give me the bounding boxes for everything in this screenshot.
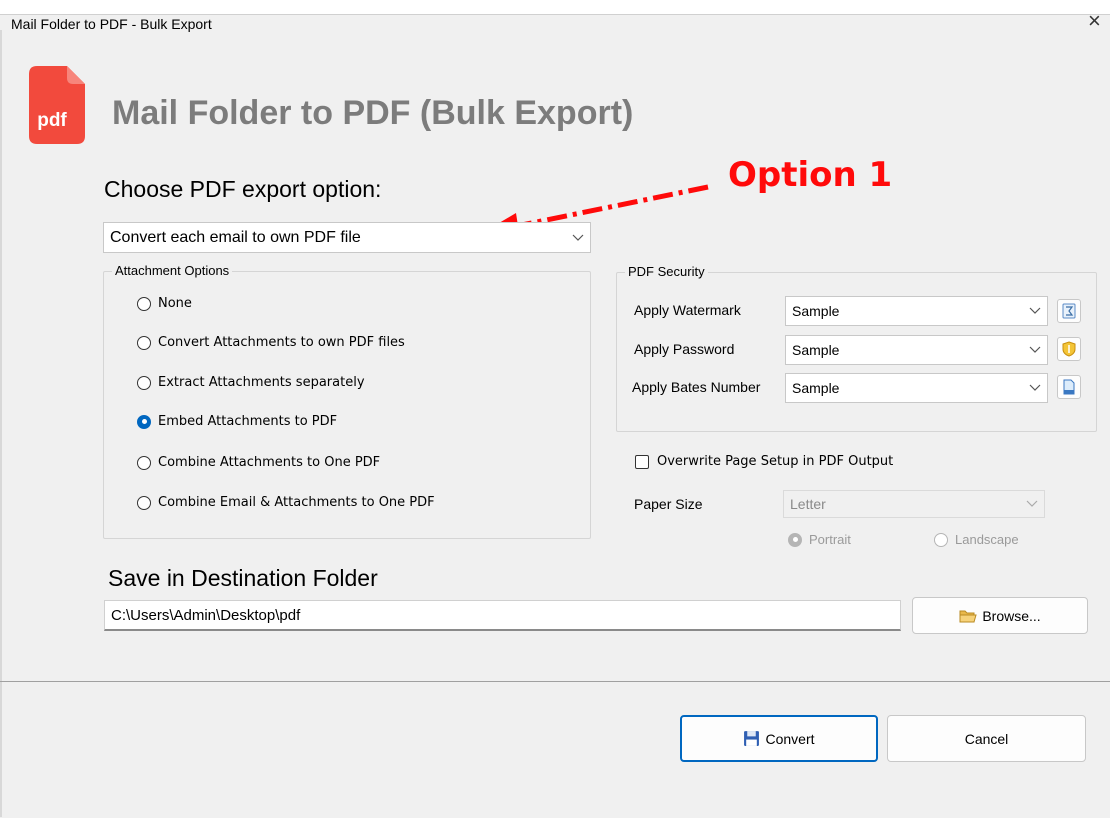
bates-number-value: Sample [792, 380, 840, 396]
shield-icon [1062, 341, 1076, 357]
radio-label: None [158, 296, 192, 311]
export-option-dropdown[interactable]: Convert each email to own PDF file [103, 222, 591, 253]
background-strip [0, 0, 1110, 14]
chevron-down-icon [572, 234, 584, 241]
radio-landscape[interactable]: Landscape [934, 532, 1019, 547]
attachment-options-legend: Attachment Options [112, 263, 233, 278]
window-title: Mail Folder to PDF - Bulk Export [11, 16, 212, 32]
radio-portrait[interactable]: Portrait [788, 532, 851, 547]
radio-circle-icon [137, 375, 151, 390]
password-settings-button[interactable] [1057, 337, 1081, 361]
radio-convert-attachments[interactable]: Convert Attachments to own PDF files [137, 335, 405, 350]
radio-label: Embed Attachments to PDF [158, 414, 338, 429]
radio-label: Extract Attachments separately [158, 375, 365, 390]
radio-circle-icon [788, 532, 802, 547]
radio-label: Combine Email & Attachments to One PDF [158, 495, 435, 510]
convert-button-label: Convert [765, 730, 815, 747]
annotation-option-label: Option 1 [728, 155, 893, 195]
watermark-dropdown[interactable]: Sample [785, 296, 1048, 326]
cancel-button[interactable]: Cancel [887, 715, 1086, 762]
radio-label: Combine Attachments to One PDF [158, 455, 381, 470]
radio-extract-attachments[interactable]: Extract Attachments separately [137, 375, 365, 390]
radio-circle-icon [137, 296, 151, 311]
watermark-edit-icon [1062, 303, 1076, 319]
chevron-down-icon [1026, 500, 1038, 507]
chevron-down-icon [1029, 346, 1041, 353]
paper-size-dropdown[interactable]: Letter [783, 490, 1045, 518]
destination-path-input[interactable]: C:\Users\Admin\Desktop\pdf [104, 600, 901, 631]
password-label: Apply Password [634, 341, 735, 357]
folder-icon [959, 610, 977, 622]
radio-label: Convert Attachments to own PDF files [158, 335, 405, 350]
browse-button-label: Browse... [982, 607, 1041, 624]
document-icon [1063, 379, 1075, 395]
export-option-label: Choose PDF export option: [104, 176, 382, 202]
window-edge [0, 30, 2, 817]
radio-circle-icon [934, 532, 948, 547]
radio-combine-email-attachments[interactable]: Combine Email & Attachments to One PDF [137, 495, 435, 510]
radio-label: Landscape [955, 532, 1019, 547]
radio-circle-icon [137, 414, 151, 429]
close-icon[interactable]: × [1088, 10, 1101, 32]
password-value: Sample [792, 342, 840, 358]
watermark-label: Apply Watermark [634, 302, 741, 318]
radio-circle-icon [137, 455, 151, 470]
cancel-button-label: Cancel [964, 730, 1009, 747]
radio-embed-attachments[interactable]: Embed Attachments to PDF [137, 414, 337, 429]
radio-label: Portrait [809, 532, 851, 547]
overwrite-page-setup-label: Overwrite Page Setup in PDF Output [657, 454, 894, 469]
watermark-edit-button[interactable] [1057, 299, 1081, 323]
radio-none[interactable]: None [137, 296, 192, 311]
pdf-logo-text: pdf [37, 110, 67, 131]
browse-button[interactable]: Browse... [912, 597, 1088, 634]
save-disk-icon [744, 731, 760, 746]
pdf-file-icon: pdf [29, 66, 85, 144]
paper-size-label: Paper Size [634, 496, 703, 512]
password-dropdown[interactable]: Sample [785, 335, 1048, 365]
destination-path-value: C:\Users\Admin\Desktop\pdf [111, 607, 301, 624]
page-title: Mail Folder to PDF (Bulk Export) [112, 94, 634, 132]
watermark-value: Sample [792, 303, 840, 319]
checkbox-box-icon [635, 454, 649, 469]
pdf-security-legend: PDF Security [625, 264, 708, 279]
bates-number-dropdown[interactable]: Sample [785, 373, 1048, 403]
overwrite-page-setup-checkbox[interactable]: Overwrite Page Setup in PDF Output [635, 454, 893, 469]
bates-number-button[interactable] [1057, 375, 1081, 399]
radio-circle-icon [137, 335, 151, 350]
radio-combine-attachments[interactable]: Combine Attachments to One PDF [137, 455, 380, 470]
radio-circle-icon [137, 495, 151, 510]
convert-button[interactable]: Convert [680, 715, 878, 762]
export-option-value: Convert each email to own PDF file [110, 228, 361, 246]
bates-number-label: Apply Bates Number [632, 379, 761, 395]
chevron-down-icon [1029, 384, 1041, 391]
paper-size-value: Letter [790, 496, 826, 512]
divider [0, 681, 1110, 682]
destination-folder-label: Save in Destination Folder [108, 565, 378, 591]
chevron-down-icon [1029, 307, 1041, 314]
